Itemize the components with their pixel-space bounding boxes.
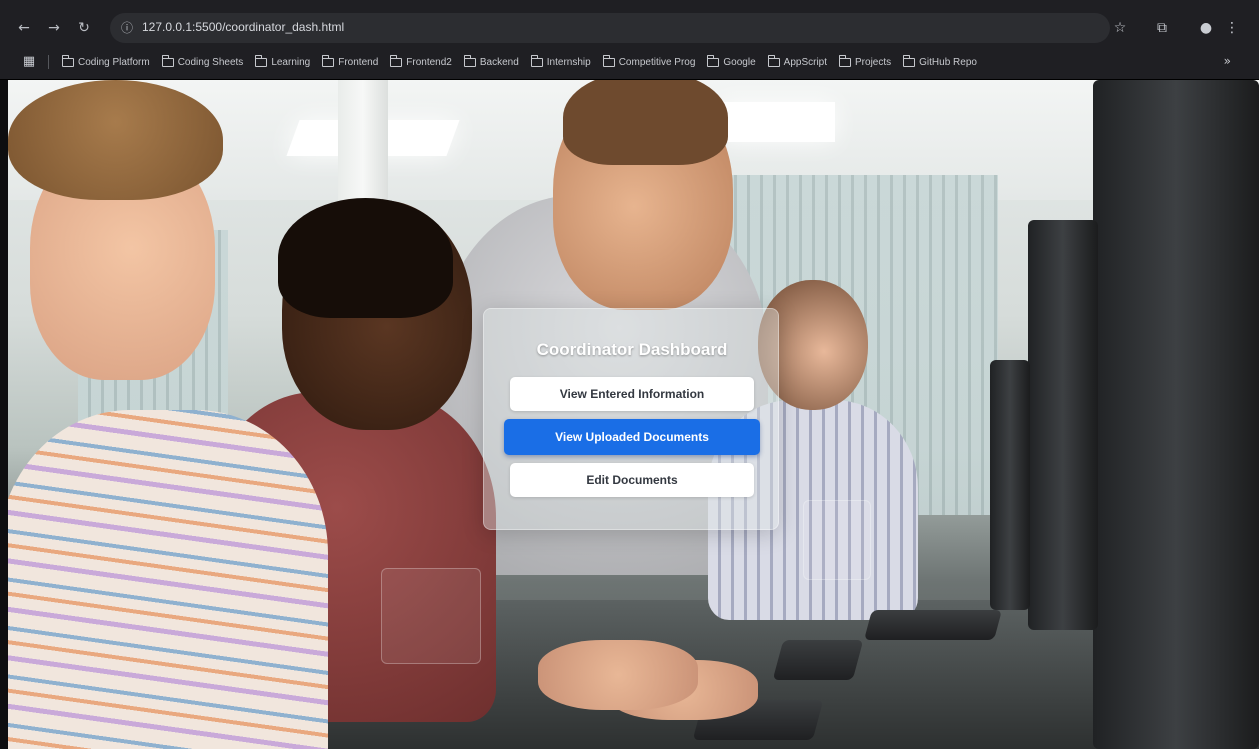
background-hand: [538, 640, 698, 710]
folder-icon: [903, 54, 916, 67]
bookmark-folder[interactable]: Coding Sheets: [161, 54, 244, 68]
extensions-icon[interactable]: ⧉: [1152, 18, 1172, 38]
reload-icon[interactable]: ↻: [74, 18, 94, 38]
bookmark-label: Backend: [479, 56, 519, 68]
bookmark-folder[interactable]: Competitive Prog: [602, 54, 696, 68]
background-monitor: [990, 360, 1030, 610]
folder-icon: [767, 54, 780, 67]
bookmark-star-icon[interactable]: ☆: [1110, 18, 1130, 38]
bookmark-folder[interactable]: Coding Platform: [62, 54, 150, 68]
background-monitor: [1028, 220, 1098, 630]
bookmark-folder[interactable]: Frontend: [322, 54, 379, 68]
folder-icon: [707, 54, 720, 67]
bookmarks-bar: ▦ Coding Platform Coding Sheets Learning…: [0, 50, 1259, 74]
coordinator-dashboard-panel: Coordinator Dashboard View Entered Infor…: [483, 308, 779, 530]
decorative-glass-card: [381, 568, 481, 664]
profile-icon[interactable]: ●: [1196, 18, 1216, 38]
folder-icon: [322, 54, 335, 67]
view-entered-information-button[interactable]: View Entered Information: [510, 377, 754, 411]
omnibox[interactable]: ⓘ 127.0.0.1:5500/coordinator_dash.html: [110, 13, 1110, 43]
folder-icon: [255, 54, 268, 67]
folder-icon: [463, 54, 476, 67]
background-column: [338, 80, 388, 210]
bookmark-label: AppScript: [783, 56, 828, 68]
background-keyboard: [772, 640, 864, 680]
bookmarks-divider: [48, 55, 49, 69]
bookmark-folder[interactable]: GitHub Repo: [903, 54, 977, 68]
bookmark-folder[interactable]: Google: [707, 54, 756, 68]
address-bar-row: ← → ↻ ⓘ 127.0.0.1:5500/coordinator_dash.…: [0, 10, 1259, 46]
edit-documents-button[interactable]: Edit Documents: [510, 463, 754, 497]
background-person: [278, 198, 453, 318]
background-person: [8, 410, 328, 749]
folder-icon: [62, 54, 74, 67]
background-person: [563, 80, 728, 165]
apps-grid-icon[interactable]: ▦: [20, 53, 38, 71]
bookmark-label: Competitive Prog: [618, 56, 696, 68]
bookmark-folder[interactable]: AppScript: [767, 54, 828, 68]
bookmark-label: Coding Sheets: [177, 56, 244, 68]
bookmark-label: Google: [723, 56, 756, 68]
site-info-icon[interactable]: ⓘ: [118, 19, 136, 37]
bookmark-label: Coding Platform: [78, 56, 150, 68]
bookmark-label: Frontend: [338, 56, 379, 68]
view-uploaded-documents-button[interactable]: View Uploaded Documents: [504, 419, 760, 455]
bookmark-folder[interactable]: Learning: [255, 54, 311, 68]
bookmark-folder[interactable]: Backend: [463, 54, 519, 68]
decorative-glass-card: [803, 500, 871, 580]
folder-icon: [602, 54, 615, 67]
folder-icon: [390, 54, 403, 67]
folder-icon: [839, 54, 852, 67]
background-person: [8, 80, 223, 200]
bookmark-label: Frontend2: [406, 56, 452, 68]
bookmark-label: Internship: [546, 56, 591, 68]
folder-icon: [530, 54, 543, 67]
background-monitor: [1093, 80, 1259, 749]
dashboard-title: Coordinator Dashboard: [536, 340, 728, 359]
more-bookmarks-icon[interactable]: »: [1224, 54, 1231, 68]
bookmark-label: Projects: [855, 56, 892, 68]
back-icon[interactable]: ←: [14, 18, 34, 38]
background-keyboard: [863, 610, 1003, 640]
bookmark-list: Coding Platform Coding Sheets Learning F…: [62, 50, 977, 74]
browser-chrome: ← → ↻ ⓘ 127.0.0.1:5500/coordinator_dash.…: [0, 0, 1259, 80]
forward-icon[interactable]: →: [44, 18, 64, 38]
bookmark-folder[interactable]: Projects: [839, 54, 892, 68]
bookmark-label: GitHub Repo: [919, 56, 977, 68]
ceiling-light: [720, 102, 835, 142]
bookmark-label: Learning: [271, 56, 311, 68]
menu-icon[interactable]: ⋮: [1222, 18, 1242, 38]
bookmark-folder[interactable]: Frontend2: [390, 54, 452, 68]
bookmark-folder[interactable]: Internship: [530, 54, 591, 68]
folder-icon: [161, 54, 174, 67]
url-text[interactable]: 127.0.0.1:5500/coordinator_dash.html: [142, 20, 344, 34]
